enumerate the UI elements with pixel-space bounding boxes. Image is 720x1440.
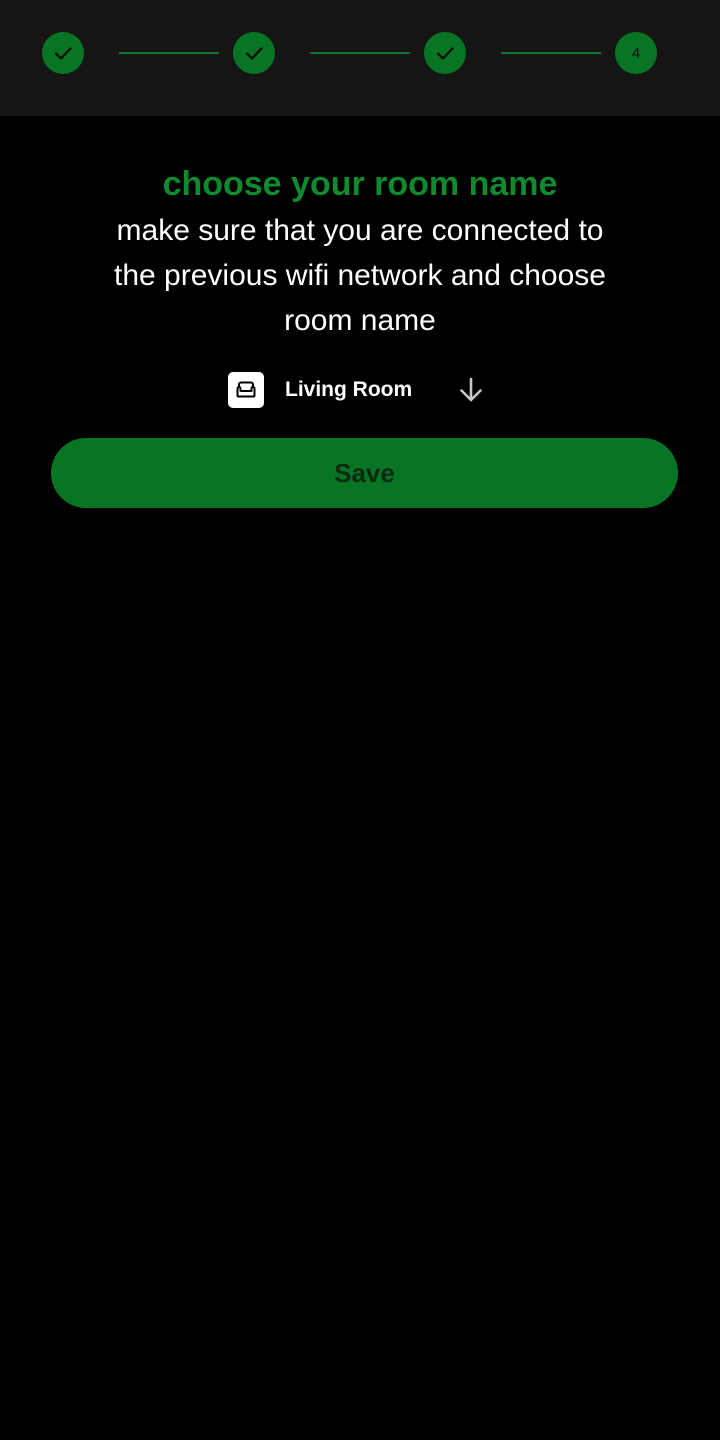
- step-number: 4: [631, 44, 641, 62]
- step-connector: [119, 52, 219, 54]
- save-button-label: Save: [334, 457, 395, 488]
- step-3-completed: [424, 32, 466, 74]
- step-4-current: 4: [615, 32, 657, 74]
- instructions-text: make sure that you are connected to the …: [114, 214, 606, 337]
- room-name-dropdown[interactable]: Living Room: [228, 370, 490, 410]
- page-title: choose your room name: [162, 165, 558, 203]
- check-icon: [245, 47, 263, 60]
- step-2-completed: [233, 32, 275, 74]
- sofa-icon: [228, 372, 264, 408]
- step-connector: [501, 52, 601, 54]
- progress-stepper: 4: [0, 0, 720, 116]
- check-icon: [54, 47, 72, 60]
- save-button[interactable]: Save: [51, 438, 678, 508]
- main-content: choose your room name make sure that you…: [0, 160, 720, 343]
- selected-room-label: Living Room: [285, 378, 413, 401]
- arrow-down-icon[interactable]: [455, 374, 487, 406]
- step-connector: [310, 52, 410, 54]
- step-1-completed: [42, 32, 84, 74]
- check-icon: [436, 47, 454, 60]
